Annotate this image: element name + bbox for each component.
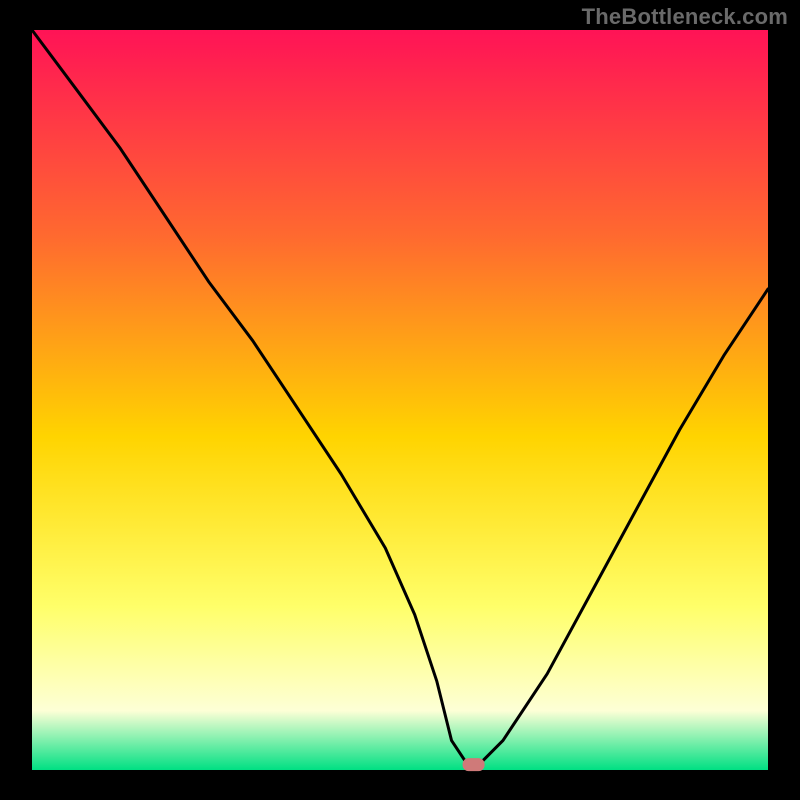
plot-area	[32, 30, 768, 771]
chart-svg	[0, 0, 800, 800]
optimal-marker	[463, 758, 485, 771]
watermark-text: TheBottleneck.com	[582, 4, 788, 30]
bottleneck-chart: TheBottleneck.com	[0, 0, 800, 800]
gradient-background	[32, 30, 768, 770]
